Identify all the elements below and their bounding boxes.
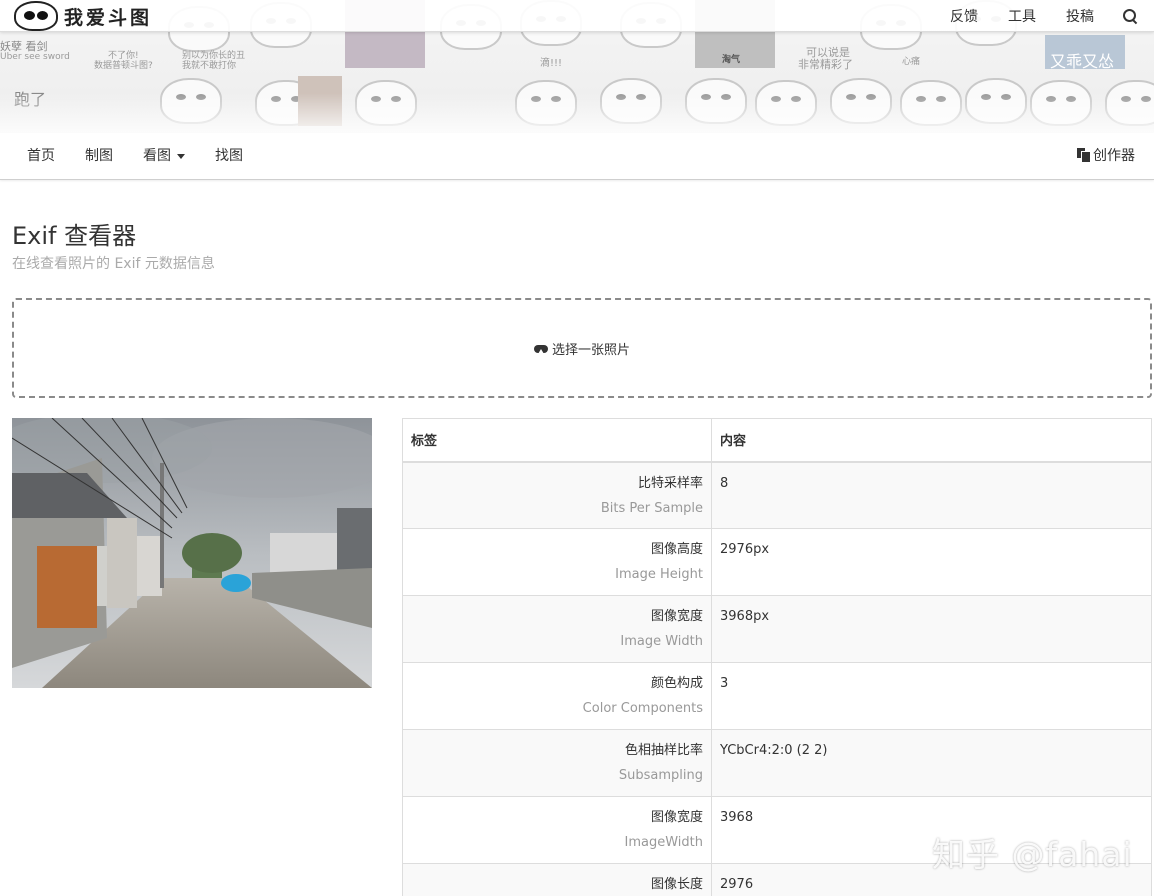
tag-cell: 图像宽度 Image Width [402, 595, 712, 663]
photo-preview [12, 418, 372, 688]
nav-make[interactable]: 制图 [85, 133, 113, 180]
tag-name-en: Bits Per Sample [600, 500, 703, 516]
page-subtitle: 在线查看照片的 Exif 元数据信息 [12, 256, 215, 272]
top-bar: 我爱斗图 反馈 工具 投稿 [0, 0, 1154, 32]
tag-name-zh: 比特采样率 [637, 475, 703, 491]
tools-link[interactable]: 工具 [1008, 6, 1036, 26]
table-header-row: 标签 内容 [402, 418, 1152, 463]
cloud-upload-icon [533, 343, 548, 355]
submit-link[interactable]: 投稿 [1066, 6, 1094, 26]
table-row: 图像宽度 Image Width 3968px [402, 595, 1152, 663]
caret-down-icon [177, 153, 185, 159]
tag-value: 8 [711, 461, 1152, 529]
nav-browse-label: 看图 [143, 148, 171, 164]
column-header-label: 标签 [402, 418, 712, 463]
banner-caption: 数据普顿斗图? [94, 61, 153, 71]
table-row: 颜色构成 Color Components 3 [402, 662, 1152, 730]
banner-caption: 非常精彩了 [798, 58, 853, 71]
table-row: 比特采样率 Bits Per Sample 8 [402, 461, 1152, 529]
zhihu-watermark: 知乎 @fahai [932, 835, 1133, 874]
tag-name-en: Image Width [620, 634, 703, 649]
tag-name-zh: 图像宽度 [650, 810, 703, 825]
feedback-link[interactable]: 反馈 [950, 6, 978, 26]
tag-cell: 色相抽样比率 Subsampling [402, 729, 712, 797]
tag-name-en: ImageWidth [624, 835, 703, 850]
upload-label-text: 选择一张照片 [551, 342, 630, 358]
banner-caption: Uber see sword [0, 52, 70, 62]
site-name: 我爱斗图 [64, 6, 153, 29]
nav-browse[interactable]: 看图 [143, 133, 185, 180]
tag-cell: 图像高度 Image Height [402, 528, 712, 596]
search-icon[interactable] [1122, 8, 1138, 24]
tag-name-zh: 色相抽样比率 [624, 743, 703, 758]
banner-caption: 心痛 [902, 57, 921, 67]
nav-creator-label: 创作器 [1093, 148, 1135, 164]
tag-cell: 颜色构成 Color Components [402, 662, 712, 730]
tag-value: 3 [711, 662, 1152, 730]
photo-upload-dropzone[interactable]: 选择一张照片 [12, 298, 1152, 398]
site-logo[interactable]: 我爱斗图 [14, 1, 152, 31]
tag-value: 3968px [711, 595, 1152, 663]
column-header-content: 内容 [711, 418, 1152, 463]
table-row: 图像高度 Image Height 2976px [402, 528, 1152, 596]
page-title: Exif 查看器 [12, 222, 137, 250]
tag-name-zh: 颜色构成 [650, 676, 703, 691]
exif-table: 标签 内容 比特采样率 Bits Per Sample 8 图像高度 Image… [402, 418, 1152, 896]
nav-find[interactable]: 找图 [215, 133, 243, 180]
copy-document-icon [1077, 148, 1091, 163]
tag-name-en: Image Height [615, 567, 703, 582]
tag-name-zh: 图像高度 [650, 542, 703, 557]
banner-caption: 我就不敢打你 [182, 61, 237, 71]
tag-cell: 比特采样率 Bits Per Sample [402, 461, 712, 529]
nav-creator[interactable]: 创作器 [1077, 133, 1135, 180]
tag-name-en: Color Components [582, 701, 703, 716]
banner-caption: 滴!!! [540, 58, 563, 69]
tag-cell: 图像宽度 ImageWidth [402, 796, 712, 864]
table-row: 色相抽样比率 Subsampling YCbCr4:2:0 (2 2) [402, 729, 1152, 797]
tag-name-zh: 图像长度 [650, 877, 703, 892]
tag-value: 2976px [711, 528, 1152, 596]
nav-home[interactable]: 首页 [27, 133, 55, 180]
tag-value: YCbCr4:2:0 (2 2) [711, 729, 1152, 797]
main-nav: 首页 制图 看图 找图 创作器 [0, 133, 1154, 180]
tag-name-en: Subsampling [618, 768, 703, 783]
tag-cell: 图像长度 [402, 863, 712, 896]
banner-caption: 又乖又怂 [1050, 52, 1115, 71]
tag-name-zh: 图像宽度 [650, 609, 703, 624]
banner-caption: 淘气 [722, 55, 741, 65]
panda-logo-icon [14, 1, 58, 31]
upload-label: 选择一张照片 [533, 339, 630, 358]
